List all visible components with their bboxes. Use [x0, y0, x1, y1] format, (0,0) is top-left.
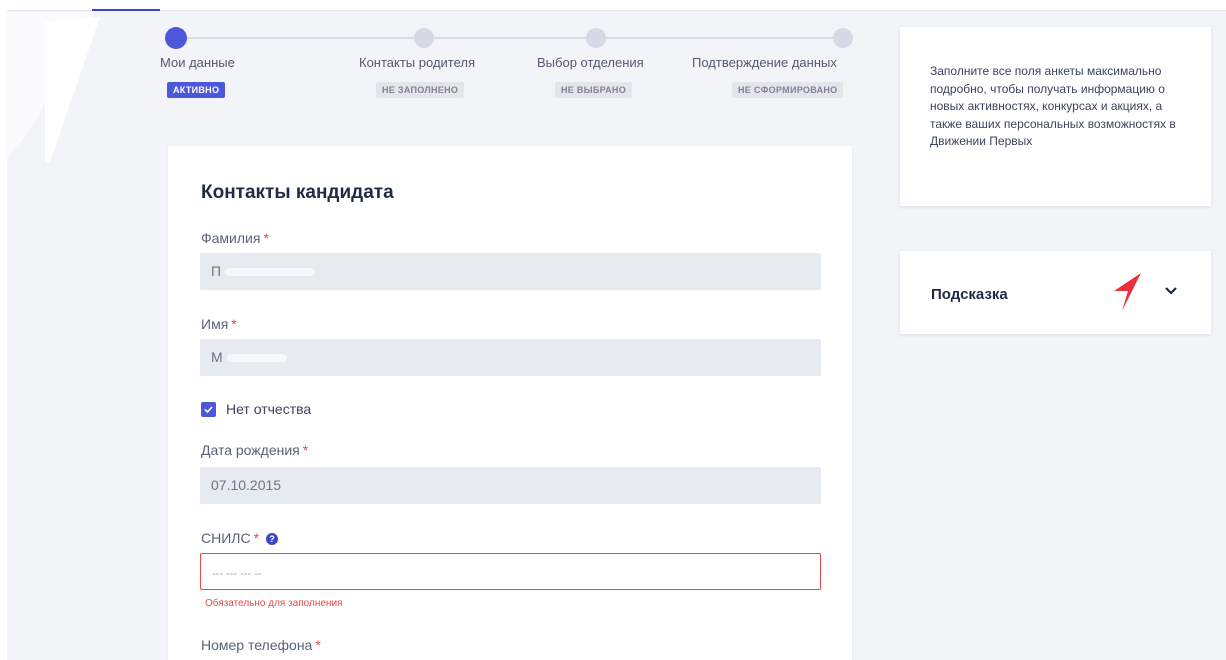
decorative-arrow-shape: [5, 12, 100, 162]
name-field[interactable]: М: [200, 339, 821, 376]
required-mark: *: [263, 230, 269, 246]
no-patronymic-label: Нет отчества: [226, 401, 312, 417]
step-indicator: [414, 28, 434, 48]
snils-label-text: СНИЛС: [201, 530, 251, 546]
top-bar: [0, 0, 1226, 11]
no-patronymic-row[interactable]: Нет отчества: [201, 401, 311, 417]
candidate-contacts-form: Контакты кандидата Фамилия * П Имя * М Нет…: [168, 146, 852, 660]
step-label: Подтверждение данных: [692, 55, 837, 70]
snils-error-message: Обязательно для заполнения: [205, 598, 343, 609]
surname-label-text: Фамилия: [201, 230, 261, 246]
status-badge: НЕ ВЫБРАНО: [555, 82, 632, 98]
status-badge: НЕ ЗАПОЛНЕНО: [376, 82, 465, 98]
required-mark: *: [315, 637, 321, 653]
snils-label: СНИЛС *?: [201, 530, 279, 546]
check-icon: [204, 405, 213, 413]
redacted-text: [225, 268, 316, 277]
redacted-text: [226, 354, 287, 363]
required-mark: *: [231, 316, 237, 332]
movement-of-the-first-logo-icon: [1114, 273, 1141, 311]
step-label: Мои данные: [160, 55, 235, 70]
hint-accordion[interactable]: Подсказка: [900, 251, 1211, 334]
info-panel: Заполните все поля анкеты максимально по…: [900, 27, 1211, 206]
chevron-down-icon[interactable]: [1164, 286, 1178, 296]
surname-value: П: [211, 263, 222, 279]
step-indicator: [586, 28, 606, 48]
question-circle-icon[interactable]: ?: [266, 533, 279, 545]
phone-label: Номер телефона *: [201, 637, 321, 653]
phone-label-text: Номер телефона: [201, 637, 313, 653]
required-mark: *: [253, 530, 260, 546]
registration-stepper: Мои данные АКТИВНО Контакты родителя НЕ …: [160, 26, 860, 106]
active-tab-indicator: [92, 9, 160, 11]
snils-placeholder: --- --- --- --: [212, 568, 262, 580]
surname-label: Фамилия *: [201, 230, 269, 246]
step-indicator-active: [165, 27, 187, 49]
name-label: Имя *: [201, 316, 237, 332]
required-mark: *: [302, 442, 309, 458]
stepper-track: [176, 37, 846, 39]
no-patronymic-checkbox[interactable]: [201, 401, 216, 417]
birth-date-label-text: Дата рождения: [201, 442, 300, 458]
info-text: Заполните все поля анкеты максимально по…: [930, 64, 1176, 148]
hint-title: Подсказка: [931, 286, 1008, 303]
surname-field[interactable]: П: [200, 253, 821, 290]
birth-date-value: 07.10.2015: [211, 477, 282, 493]
status-badge: АКТИВНО: [167, 82, 226, 98]
snils-field[interactable]: --- --- --- --: [200, 553, 821, 590]
name-value: М: [211, 349, 223, 365]
status-badge: НЕ СФОРМИРОВАНО: [732, 82, 844, 98]
birth-date-label: Дата рождения *: [201, 442, 308, 458]
birth-date-field[interactable]: 07.10.2015: [200, 467, 821, 504]
step-label: Выбор отделения: [537, 55, 644, 70]
name-label-text: Имя: [201, 316, 229, 332]
step-label: Контакты родителя: [359, 55, 476, 70]
step-indicator: [833, 28, 853, 48]
form-title: Контакты кандидата: [201, 182, 394, 203]
